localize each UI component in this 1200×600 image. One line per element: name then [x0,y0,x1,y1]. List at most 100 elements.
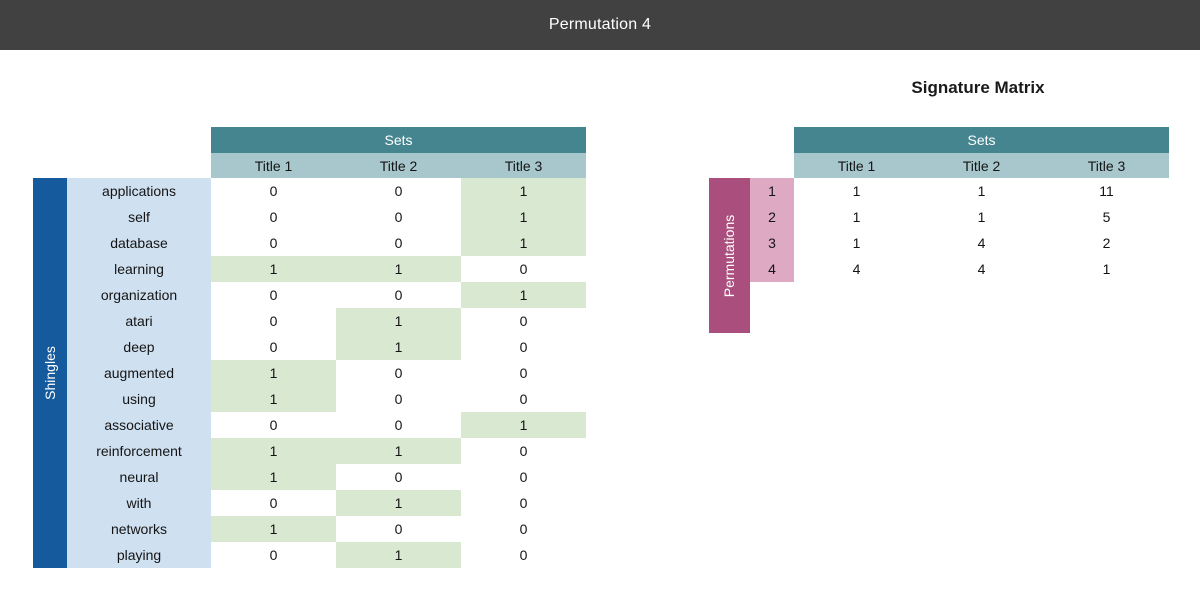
characteristic-cell: 1 [211,360,336,386]
table-row: 001 [211,230,586,256]
characteristic-column-header: Title 3 [504,157,543,174]
signature-cell: 1 [794,204,919,230]
table-row: 142 [794,230,1169,256]
signature-cell: 1 [794,178,919,204]
characteristic-cell: 1 [336,542,461,568]
characteristic-cell: 1 [211,386,336,412]
signature-cell: 4 [919,230,1044,256]
shingle-label: networks [110,521,168,537]
shingle-label-column: applications self database learning organiza… [67,178,211,568]
characteristic-cell: 0 [461,386,586,412]
signature-cell: 4 [794,256,919,282]
characteristic-cell: 0 [336,386,461,412]
characteristic-cell: 1 [336,256,461,282]
characteristic-cell: 1 [211,464,336,490]
table-row: 010 [211,490,586,516]
characteristic-cell: 0 [461,516,586,542]
shingle-label: associative [104,417,174,433]
table-row: 100 [211,464,586,490]
characteristic-sets-header: Sets [211,127,586,153]
characteristic-cell: 1 [211,516,336,542]
characteristic-cell: 0 [336,412,461,438]
window-title-bar: Permutation 4 [0,0,1200,50]
characteristic-cell: 0 [211,412,336,438]
characteristic-cell: 1 [461,204,586,230]
characteristic-cell: 1 [211,256,336,282]
characteristic-cell: 0 [461,256,586,282]
characteristic-cell: 0 [336,178,461,204]
shingle-label: organization [100,287,178,303]
characteristic-cell: 0 [461,464,586,490]
table-row: 010 [211,334,586,360]
table-row: 110 [211,438,586,464]
signature-column-header: Title 3 [1087,157,1126,174]
characteristic-cell: 0 [336,464,461,490]
signature-cell: 5 [1044,204,1169,230]
characteristic-matrix-grid: 0010010011100010100101001000011101000101… [211,178,586,568]
table-row: 100 [211,516,586,542]
signature-sets-header: Sets [794,127,1169,153]
characteristic-cell: 1 [336,490,461,516]
permutation-index-column: 1 2 3 4 [750,178,794,282]
signature-matrix-grid: 1 1 11 1 1 5 1 4 2 4 4 1 [794,178,1169,282]
permutation-index: 4 [768,261,776,277]
signature-matrix-title: Signature Matrix [911,78,1045,97]
shingle-label: augmented [103,365,175,381]
characteristic-cell: 0 [461,438,586,464]
characteristic-cell: 0 [461,542,586,568]
signature-cell: 11 [1044,178,1169,204]
characteristic-cell: 0 [211,490,336,516]
table-row: 001 [211,178,586,204]
characteristic-cell: 0 [211,542,336,568]
signature-column-headers: Title 1 Title 2 Title 3 [794,153,1169,178]
table-row: 1 1 11 [794,178,1169,204]
table-row: 010 [211,542,586,568]
shingle-label: atari [125,313,153,329]
table-row: 441 [794,256,1169,282]
table-row: 110 [211,256,586,282]
characteristic-cell: 0 [461,490,586,516]
characteristic-cell: 1 [461,230,586,256]
characteristic-cell: 0 [211,308,336,334]
shingles-side-bar: Shingles [33,178,67,568]
characteristic-sets-header-label: Sets [384,132,413,148]
permutation-index: 2 [768,209,776,225]
signature-cell: 1 [1044,256,1169,282]
characteristic-cell: 0 [461,308,586,334]
signature-cell: 4 [919,256,1044,282]
permutations-side-bar: Permutations [709,178,750,333]
characteristic-cell: 1 [461,412,586,438]
characteristic-cell: 1 [336,334,461,360]
characteristic-cell: 0 [461,360,586,386]
characteristic-cell: 0 [336,360,461,386]
shingle-label: learning [114,261,164,277]
permutation-index: 1 [768,183,776,199]
table-row: 001 [211,204,586,230]
shingle-label: self [128,209,150,225]
shingle-label: deep [123,339,155,355]
table-row: 010 [211,308,586,334]
characteristic-column-headers: Title 1 Title 2 Title 3 [211,153,586,178]
characteristic-cell: 0 [211,282,336,308]
characteristic-cell: 0 [211,178,336,204]
characteristic-cell: 1 [461,282,586,308]
characteristic-cell: 1 [211,438,336,464]
table-row: 001 [211,412,586,438]
characteristic-cell: 1 [336,308,461,334]
window-title: Permutation 4 [548,16,652,33]
shingle-label: neural [119,469,159,485]
signature-column-header: Title 2 [962,157,1001,174]
table-row: 001 [211,282,586,308]
characteristic-cell: 0 [336,204,461,230]
shingle-label: using [122,391,156,407]
signature-cell: 1 [919,204,1044,230]
shingle-label: with [126,495,152,511]
signature-sets-header-label: Sets [967,132,996,148]
characteristic-cell: 0 [336,230,461,256]
shingles-side-label: Shingles [42,346,59,400]
characteristic-cell: 0 [211,204,336,230]
signature-cell: 1 [794,230,919,256]
characteristic-cell: 0 [336,516,461,542]
permutations-side-label: Permutations [721,214,738,297]
shingle-label: database [110,235,168,251]
